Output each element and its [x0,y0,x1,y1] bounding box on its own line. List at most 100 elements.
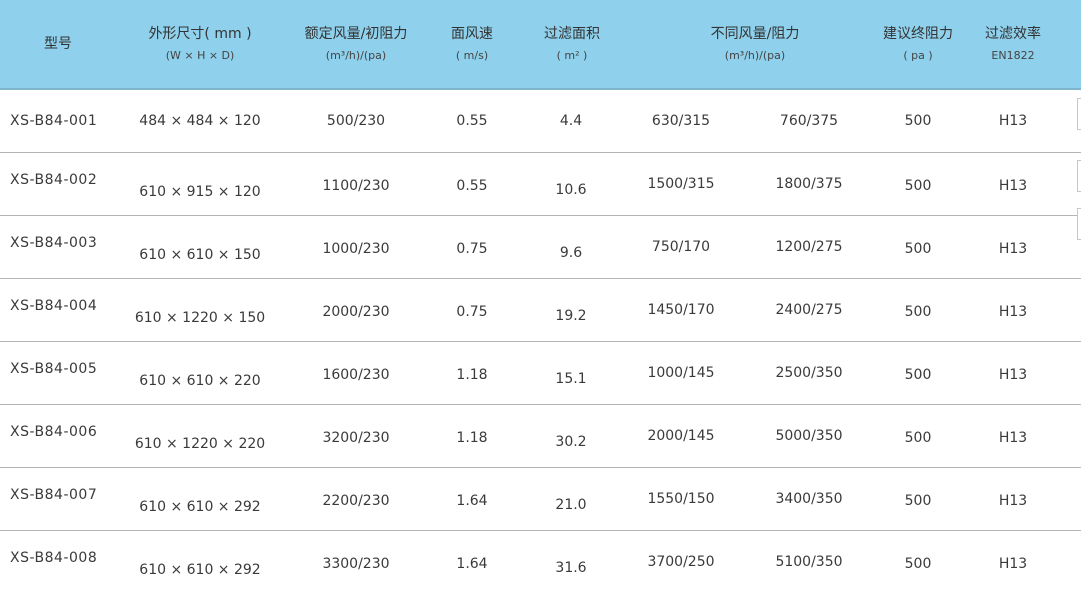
table-row: XS-B84-008 610 × 610 × 292 3300/230 1.64 31.… [0,531,1081,593]
table-row: XS-B84-007 610 × 610 × 292 2200/230 1.64 21.… [0,468,1081,531]
cell-model: XS-B84-001 [10,113,98,129]
edge-tab [1077,208,1081,240]
cell-diff-2: 2400/275 [775,302,843,318]
cell-rated: 3200/230 [322,430,390,446]
header-model: 型号 [18,0,98,88]
cell-diff-1: 750/170 [651,239,711,255]
cell-area: 9.6 [559,245,583,261]
table-row: XS-B84-001 484 × 484 × 120 500/230 0.55 4.4 6… [0,90,1081,153]
table-row: XS-B84-004 610 × 1220 × 150 2000/230 0.75 19… [0,279,1081,342]
cell-area: 19.2 [555,308,587,324]
cell-size: 610 × 610 × 292 [139,562,261,578]
header-size-label: 外形尺寸( mm ) [148,26,252,42]
cell-model: XS-B84-008 [10,550,98,566]
header-final: 建议终阻力 ( pa ) [870,0,966,88]
cell-model: XS-B84-007 [10,487,98,503]
header-diff-label: 不同风量/阻力 [710,26,800,42]
header-rated-unit: (m³/h)/(pa) [325,49,387,62]
header-size-unit: (W × H × D) [165,49,235,62]
cell-area: 15.1 [555,371,587,387]
cell-efficiency: H13 [998,113,1028,129]
cell-diff-2: 2500/350 [775,365,843,381]
cell-diff-2: 1200/275 [775,239,843,255]
cell-efficiency: H13 [998,556,1028,572]
cell-final-resistance: 500 [904,556,932,572]
cell-rated: 2000/230 [322,304,390,320]
header-final-unit: ( pa ) [903,49,933,62]
cell-diff-2: 1800/375 [775,176,843,192]
cell-area: 30.2 [555,434,587,450]
cell-velocity: 1.18 [456,367,488,383]
cell-rated: 1000/230 [322,241,390,257]
cell-diff-2: 5100/350 [775,554,843,570]
header-diff-unit: (m³/h)/(pa) [724,49,786,62]
cell-velocity: 0.75 [456,241,488,257]
cell-model: XS-B84-004 [10,298,98,314]
cell-velocity: 0.75 [456,304,488,320]
header-efficiency-standard: EN1822 [991,49,1035,62]
cell-area: 31.6 [555,560,587,576]
cell-final-resistance: 500 [904,367,932,383]
cell-efficiency: H13 [998,304,1028,320]
cell-diff-1: 3700/250 [647,554,715,570]
cell-final-resistance: 500 [904,113,932,129]
cell-size: 610 × 610 × 292 [139,499,261,515]
cell-rated: 1600/230 [322,367,390,383]
cell-efficiency: H13 [998,367,1028,383]
cell-area: 10.6 [555,182,587,198]
header-rated-label: 额定风量/初阻力 [304,26,408,42]
header-final-label: 建议终阻力 [883,26,953,42]
cell-diff-1: 1500/315 [647,176,715,192]
header-rated: 额定风量/初阻力 (m³/h)/(pa) [290,0,422,88]
edge-tab [1077,98,1081,130]
cell-diff-1: 1000/145 [647,365,715,381]
header-size: 外形尺寸( mm ) (W × H × D) [135,0,265,88]
cell-diff-2: 5000/350 [775,428,843,444]
cell-diff-1: 2000/145 [647,428,715,444]
cell-rated: 3300/230 [322,556,390,572]
cell-velocity: 1.18 [456,430,488,446]
cell-efficiency: H13 [998,493,1028,509]
cell-size: 610 × 610 × 220 [139,373,261,389]
cell-efficiency: H13 [998,178,1028,194]
header-velocity: 面风速 ( m/s) [432,0,512,88]
cell-rated: 500/230 [326,113,386,129]
cell-diff-1: 630/315 [651,113,711,129]
cell-velocity: 0.55 [456,113,488,129]
cell-size: 610 × 610 × 150 [139,247,261,263]
table-row: XS-B84-005 610 × 610 × 220 1600/230 1.18 15.… [0,342,1081,405]
cell-diff-1: 1450/170 [647,302,715,318]
cell-size: 610 × 1220 × 220 [134,436,266,452]
cell-model: XS-B84-003 [10,235,98,251]
header-efficiency-label: 过滤效率 [985,26,1041,42]
cell-efficiency: H13 [998,430,1028,446]
header-efficiency: 过滤效率 EN1822 [973,0,1053,88]
cell-diff-1: 1550/150 [647,491,715,507]
cell-diff-2: 3400/350 [775,491,843,507]
cell-model: XS-B84-002 [10,172,98,188]
table-row: XS-B84-006 610 × 1220 × 220 3200/230 1.18 30… [0,405,1081,468]
table-row: XS-B84-003 610 × 610 × 150 1000/230 0.75 9.6… [0,216,1081,279]
table-row: XS-B84-002 610 × 915 × 120 1100/230 0.55 10.… [0,153,1081,216]
cell-size: 610 × 1220 × 150 [134,310,266,326]
cell-final-resistance: 500 [904,241,932,257]
cell-diff-2: 760/375 [779,113,839,129]
header-model-label: 型号 [44,36,72,52]
spec-table: 型号 外形尺寸( mm ) (W × H × D) 额定风量/初阻力 (m³/h… [0,0,1081,593]
header-area-unit: ( m² ) [556,49,588,62]
cell-area: 21.0 [555,497,587,513]
cell-size: 610 × 915 × 120 [139,184,261,200]
cell-area: 4.4 [559,113,583,129]
edge-tab [1077,160,1081,192]
cell-size: 484 × 484 × 120 [139,113,261,129]
cell-velocity: 1.64 [456,556,488,572]
cell-model: XS-B84-005 [10,361,98,377]
header-diff: 不同风量/阻力 (m³/h)/(pa) [680,0,830,88]
header-velocity-unit: ( m/s) [455,49,489,62]
cell-velocity: 0.55 [456,178,488,194]
header-area-label: 过滤面积 [544,26,600,42]
cell-final-resistance: 500 [904,430,932,446]
header-velocity-label: 面风速 [451,26,493,42]
cell-efficiency: H13 [998,241,1028,257]
cell-model: XS-B84-006 [10,424,98,440]
